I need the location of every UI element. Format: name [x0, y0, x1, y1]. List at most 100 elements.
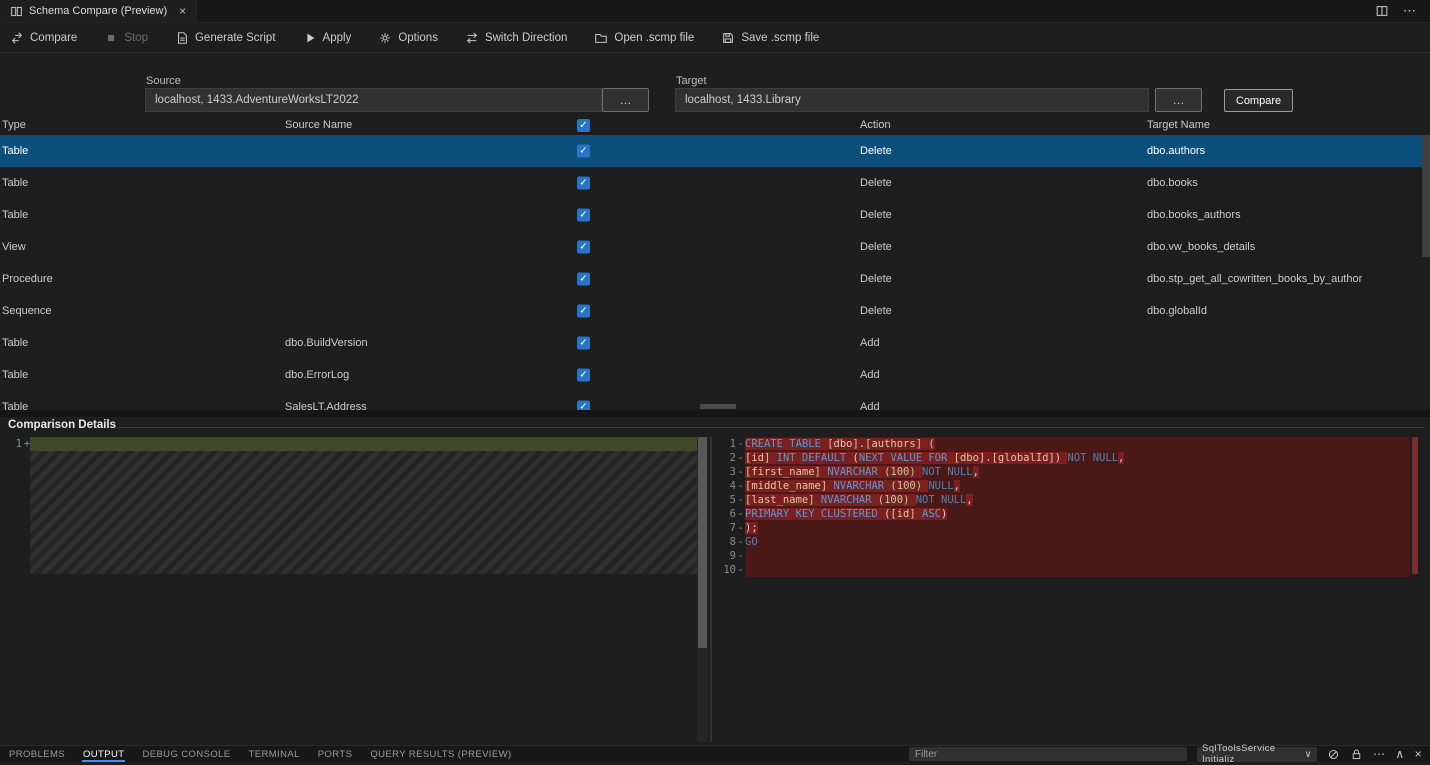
tab-ports[interactable]: PORTS: [309, 746, 362, 762]
tab-query-results[interactable]: QUERY RESULTS (PREVIEW): [361, 746, 520, 762]
tab-debug-console[interactable]: DEBUG CONSOLE: [133, 746, 239, 762]
target-browse-button[interactable]: …: [1155, 88, 1202, 112]
table-row[interactable]: View ✓ Delete dbo.vw_books_details: [0, 231, 1422, 263]
cell-source-name: dbo.BuildVersion: [285, 337, 368, 349]
code-token: ,: [966, 494, 972, 506]
include-checkbox[interactable]: ✓: [577, 145, 590, 158]
scrollbar-thumb[interactable]: [1422, 135, 1430, 257]
more-actions-icon[interactable]: ⋯: [1373, 748, 1385, 760]
include-checkbox[interactable]: ✓: [577, 177, 590, 190]
code-token: NOT NULL: [1067, 452, 1118, 464]
line-number: 2: [712, 451, 736, 465]
compare-toolbar-button[interactable]: Compare: [10, 31, 77, 45]
grid-horizontal-scrollbar-thumb[interactable]: [700, 404, 736, 409]
diff-line-removed: 9-: [712, 549, 1410, 563]
tab-output[interactable]: OUTPUT: [74, 746, 133, 762]
include-checkbox[interactable]: ✓: [577, 209, 590, 222]
output-channel-select[interactable]: SqlToolsService Initializ∨: [1197, 747, 1317, 762]
target-connection-input[interactable]: localhost, 1433.Library: [675, 88, 1149, 112]
generate-script-button[interactable]: Generate Script: [175, 31, 276, 45]
source-connection-input[interactable]: localhost, 1433.AdventureWorksLT2022: [145, 88, 602, 112]
table-row[interactable]: Sequence ✓ Delete dbo.globalId: [0, 295, 1422, 327]
source-browse-button[interactable]: …: [602, 88, 649, 112]
code-token: CREATE TABLE: [745, 438, 827, 450]
diff-remove-marker: -: [736, 535, 745, 549]
clear-output-icon[interactable]: [1327, 748, 1340, 761]
options-button[interactable]: Options: [378, 31, 438, 45]
comparison-details-title: Comparison Details: [8, 419, 116, 431]
generate-script-icon: [175, 31, 189, 45]
code-token: NVARCHAR: [834, 480, 891, 492]
table-row[interactable]: Table ✓ Delete dbo.books_authors: [0, 199, 1422, 231]
overview-ruler[interactable]: [1410, 437, 1420, 742]
stop-icon: [104, 31, 118, 45]
output-filter-input[interactable]: [909, 747, 1187, 761]
lock-scroll-icon[interactable]: [1350, 748, 1363, 761]
code-token: [815, 494, 821, 506]
cell-target-name: dbo.globalId: [1147, 305, 1207, 317]
panel-tab-label: QUERY RESULTS (PREVIEW): [370, 749, 511, 760]
diff-line-removed: 1-CREATE TABLE [dbo].[authors] (: [712, 437, 1410, 451]
column-header-target-name[interactable]: Target Name: [1147, 119, 1210, 131]
check-icon: ✓: [579, 402, 587, 410]
switch-direction-button[interactable]: Switch Direction: [465, 31, 567, 45]
toolbar-label: Open .scmp file: [614, 32, 694, 44]
include-checkbox[interactable]: ✓: [577, 369, 590, 382]
diff-remove-marker: -: [736, 507, 745, 521]
include-checkbox[interactable]: ✓: [577, 401, 590, 411]
diff-remove-marker: -: [736, 563, 745, 577]
table-row[interactable]: Table ✓ Delete dbo.authors: [0, 135, 1422, 167]
tab-schema-compare[interactable]: Schema Compare (Preview) ×: [0, 0, 197, 22]
close-panel-icon[interactable]: ×: [1415, 748, 1422, 760]
chevron-down-icon: ∨: [1305, 749, 1312, 760]
code-token: INT DEFAULT: [777, 452, 853, 464]
apply-button[interactable]: Apply: [303, 31, 352, 45]
panel-actions: SqlToolsService Initializ∨ ⋯ ∧ ×: [909, 747, 1430, 762]
save-scmp-button[interactable]: Save .scmp file: [721, 31, 819, 45]
cell-type: Table: [2, 401, 28, 410]
column-header-type[interactable]: Type: [2, 119, 26, 131]
tab-problems[interactable]: PROBLEMS: [0, 746, 74, 762]
cell-type: Table: [2, 145, 28, 157]
cell-action: Add: [860, 401, 880, 410]
source-pane-scrollbar[interactable]: [697, 437, 708, 742]
more-actions-icon[interactable]: ⋯: [1403, 3, 1416, 19]
options-gear-icon: [378, 31, 392, 45]
column-header-source-name[interactable]: Source Name: [285, 119, 352, 131]
code-token: (100): [878, 494, 916, 506]
table-row[interactable]: Table ✓ Delete dbo.books: [0, 167, 1422, 199]
compare-button[interactable]: Compare: [1224, 89, 1293, 112]
include-checkbox[interactable]: ✓: [577, 305, 590, 318]
check-icon: ✓: [579, 306, 587, 316]
panel-tab-label: OUTPUT: [83, 749, 124, 760]
table-row[interactable]: Procedure ✓ Delete dbo.stp_get_all_cowri…: [0, 263, 1422, 295]
tab-terminal[interactable]: TERMINAL: [240, 746, 309, 762]
line-number: 9: [712, 549, 736, 563]
select-all-checkbox[interactable]: ✓: [577, 119, 590, 132]
diff-source-pane[interactable]: 1+: [0, 437, 710, 742]
diff-empty-region: [30, 451, 697, 574]
code-token: [middle_name]: [745, 480, 827, 492]
maximize-panel-icon[interactable]: ∧: [1395, 748, 1404, 760]
removed-line-bg: [746, 521, 1410, 535]
grid-vertical-scrollbar[interactable]: [1422, 117, 1430, 410]
split-editor-icon[interactable]: [1375, 4, 1389, 18]
code-token: [last_name]: [745, 494, 815, 506]
diff-line-removed: 8-GO: [712, 535, 1410, 549]
diff-remove-marker: -: [736, 549, 745, 563]
diff-target-pane[interactable]: 1-CREATE TABLE [dbo].[authors] ( 2-[id] …: [712, 437, 1410, 742]
table-row[interactable]: Table dbo.BuildVersion ✓ Add: [0, 327, 1422, 359]
code-token: ): [941, 508, 947, 520]
table-row[interactable]: Table dbo.ErrorLog ✓ Add: [0, 359, 1422, 391]
include-checkbox[interactable]: ✓: [577, 273, 590, 286]
include-checkbox[interactable]: ✓: [577, 337, 590, 350]
panel-tab-label: TERMINAL: [249, 749, 300, 760]
cell-target-name: dbo.authors: [1147, 145, 1205, 157]
scrollbar-thumb[interactable]: [698, 437, 707, 648]
panel-sash[interactable]: [0, 410, 1430, 417]
tab-close-icon[interactable]: ×: [179, 4, 186, 18]
toolbar-label: Compare: [30, 32, 77, 44]
include-checkbox[interactable]: ✓: [577, 241, 590, 254]
open-scmp-button[interactable]: Open .scmp file: [594, 31, 694, 45]
column-header-action[interactable]: Action: [860, 119, 891, 131]
